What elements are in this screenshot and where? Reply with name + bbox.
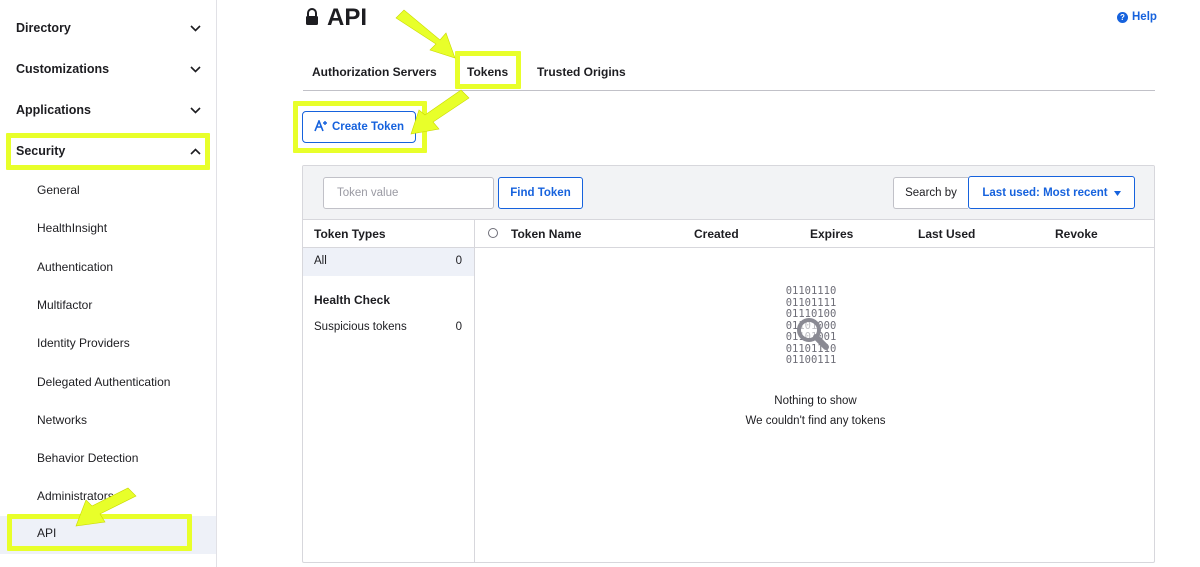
nav-group-security[interactable]: Security [16,139,202,163]
page-title: API [305,4,367,32]
nav-group-directory[interactable]: Directory [16,16,202,40]
help-icon: ? [1117,11,1128,23]
page-title-text: API [327,4,368,31]
sidebar: Directory Customizations Applications Se… [0,0,217,567]
table-header-divider [475,247,1154,248]
sidebar-item-behavior-detection[interactable]: Behavior Detection [37,449,138,467]
help-label: Help [1132,11,1157,23]
search-by-label: Search by [893,177,968,209]
health-check-header: Health Check [314,293,391,307]
sort-select-value: Last used: Most recent [982,186,1108,199]
type-label: Suspicious tokens [314,321,407,333]
nav-group-label: Security [16,144,66,158]
nav-group-label: Directory [16,21,71,35]
column-header-token-name[interactable]: Token Name [511,227,581,241]
sidebar-item-label: API [37,526,57,540]
nav-group-applications[interactable]: Applications [16,98,202,122]
lock-icon [305,4,319,32]
sidebar-item-delegated-authentication[interactable]: Delegated Authentication [37,373,170,391]
binary-line: 01101110 [785,285,837,297]
type-count: 0 [455,321,462,333]
sidebar-item-identity-providers[interactable]: Identity Providers [37,334,130,352]
help-link[interactable]: ? Help [1117,11,1157,23]
type-count: 0 [455,255,462,267]
token-type-all[interactable]: All 0 [303,248,474,276]
tab-tokens[interactable]: Tokens [467,65,508,79]
column-header-expires[interactable]: Expires [810,227,853,241]
empty-message: We couldn't find any tokens [745,415,886,427]
binary-line: 01100111 [785,354,837,366]
sidebar-item-healthinsight[interactable]: HealthInsight [37,219,107,237]
token-types-header: Token Types [314,227,386,241]
type-label: All [314,255,327,267]
sidebar-item-authentication[interactable]: Authentication [37,258,113,276]
sort-select[interactable]: Last used: Most recent [968,176,1135,209]
arrow-icon [410,89,470,135]
add-user-icon [314,118,327,135]
magnifier-icon [796,317,830,356]
find-token-button[interactable]: Find Token [498,177,583,209]
type-row: All 0 [314,255,462,267]
chevron-up-icon [188,144,202,158]
sidebar-item-multifactor[interactable]: Multifactor [37,296,92,314]
chevron-down-icon [188,103,202,117]
tab-trusted-origins[interactable]: Trusted Origins [537,65,626,79]
sidebar-item-administrators[interactable]: Administrators [37,487,114,505]
tab-bar: Authorization Servers Tokens Trusted Ori… [303,56,1155,91]
token-type-suspicious[interactable]: Suspicious tokens 0 [314,321,462,333]
nav-group-label: Applications [16,103,92,117]
column-header-revoke[interactable]: Revoke [1055,227,1098,241]
nav-group-label: Customizations [16,62,110,76]
chevron-down-icon [188,62,202,76]
caret-down-icon [1113,187,1121,199]
sidebar-item-general[interactable]: General [37,181,80,199]
sidebar-item-networks[interactable]: Networks [37,411,87,429]
token-value-input[interactable] [323,177,494,209]
tab-authorization-servers[interactable]: Authorization Servers [312,65,437,79]
chevron-down-icon [188,21,202,35]
create-token-label: Create Token [331,121,404,133]
column-header-created[interactable]: Created [694,227,739,241]
sidebar-item-api[interactable]: API [0,516,216,554]
nav-group-customizations[interactable]: Customizations [16,57,202,81]
select-all-radio[interactable] [488,228,498,238]
empty-title: Nothing to show [774,395,857,407]
create-token-button[interactable]: Create Token [302,111,416,143]
arrow-icon [395,9,456,59]
column-header-last-used[interactable]: Last Used [918,227,975,241]
tokens-panel: Find Token Search by Last used: Most rec… [302,165,1155,563]
filter-bar: Find Token Search by Last used: Most rec… [303,166,1154,220]
token-types-column: Token Types All 0 Health Check Suspiciou… [303,220,475,562]
